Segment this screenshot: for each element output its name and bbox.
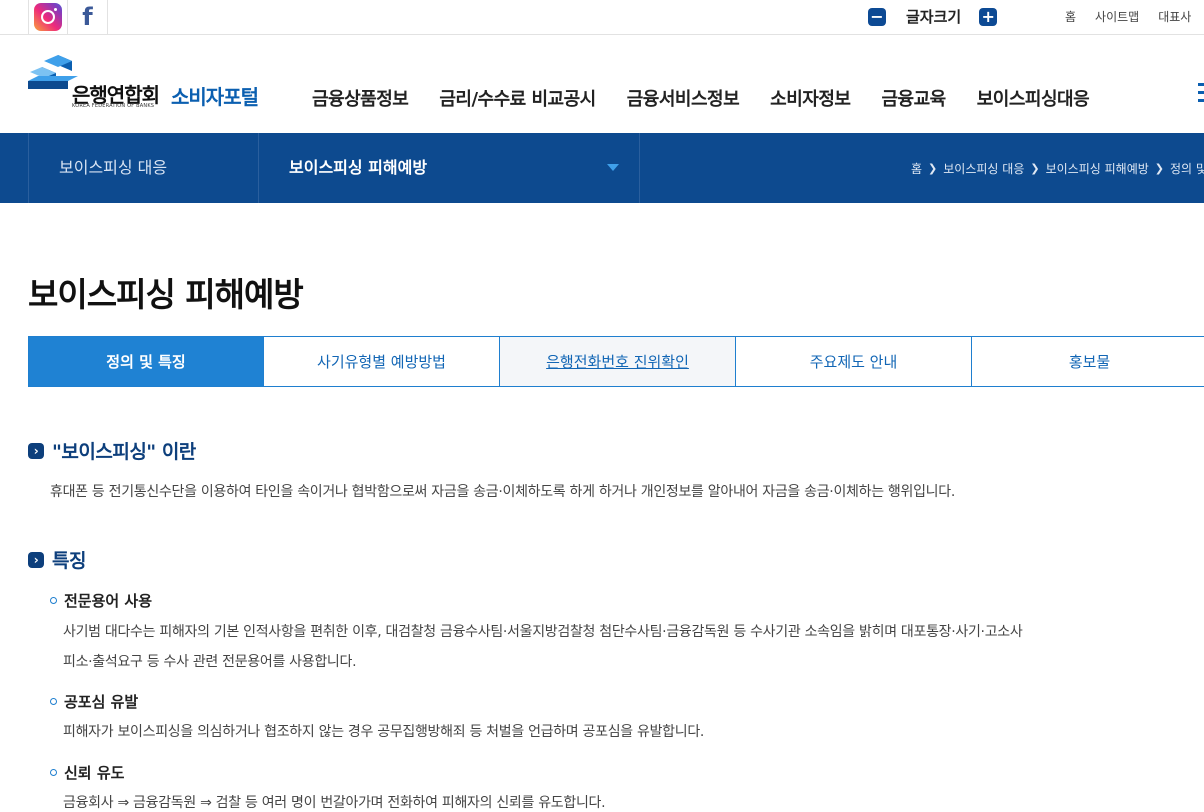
subnav-level2-dropdown[interactable]: 보이스피싱 피해예방	[259, 133, 640, 203]
circle-bullet-icon	[50, 698, 57, 705]
top-utility-bar: f − 글자크기 + 홈 사이트맵 대표사	[0, 0, 1204, 35]
content-tabs: 정의 및 특징 사기유형별 예방방법 은행전화번호 진위확인 주요제도 안내 홍…	[28, 336, 1204, 387]
facebook-icon: f	[82, 3, 93, 31]
subnav-level1[interactable]: 보이스피싱 대응	[28, 133, 259, 203]
caret-down-icon	[607, 164, 619, 171]
font-size-label: 글자크기	[906, 8, 962, 26]
section-heading-text: 특징	[52, 550, 86, 572]
definition-text: 휴대폰 등 전기통신수단을 이용하여 타인을 속이거나 협박함으로써 자금을 송…	[50, 484, 955, 500]
gnb-item-voice-phishing[interactable]: 보이스피싱대응	[977, 85, 1090, 111]
feature-title: 공포심 유발	[64, 693, 139, 711]
subnav-level2-label: 보이스피싱 피해예방	[289, 158, 428, 177]
breadcrumb-level2[interactable]: 보이스피싱 피해예방	[1046, 160, 1149, 177]
circle-bullet-icon	[50, 769, 57, 776]
chevron-right-icon: ›	[28, 551, 44, 568]
gnb-item-education[interactable]: 금융교육	[881, 85, 946, 111]
tab-promo-materials[interactable]: 홍보물	[972, 336, 1204, 387]
feature-text-line: 금융회사 ⇒ 금융감독원 ⇒ 검찰 등 여러 명이 번갈아가며 전화하여 피해자…	[63, 795, 606, 811]
gnb-item-consumer-info[interactable]: 소비자정보	[770, 85, 851, 111]
font-size-increase-button[interactable]: +	[979, 7, 998, 26]
facebook-link[interactable]: f	[68, 0, 108, 34]
feature-title: 신뢰 유도	[64, 764, 125, 782]
sub-navigation-bar: 보이스피싱 대응 보이스피싱 피해예방 홈 ❯ 보이스피싱 대응 ❯ 보이스피싱…	[0, 133, 1204, 203]
font-size-control: − 글자크기 +	[868, 6, 998, 27]
instagram-link[interactable]	[28, 0, 68, 34]
feature-text-line: 피소·출석요구 등 수사 관련 전문용어를 사용합니다.	[63, 654, 357, 670]
feature-text-line: 사기범 대다수는 피해자의 기본 인적사항을 편취한 이후, 대검찰청 금융수사…	[63, 624, 1023, 640]
gnb-item-services[interactable]: 금융서비스정보	[627, 85, 740, 111]
sitemap-link[interactable]: 사이트맵	[1095, 8, 1139, 25]
chevron-right-icon: ❯	[928, 162, 938, 175]
utility-links: 홈 사이트맵 대표사	[1065, 8, 1204, 25]
representative-link[interactable]: 대표사	[1158, 8, 1191, 25]
section-heading-definition: › "보이스피싱" 이란	[28, 437, 196, 464]
feature-text-line: 피해자가 보이스피싱을 의심하거나 협조하지 않는 경우 공무집행방해죄 등 처…	[63, 724, 705, 740]
logo-subtitle: KOREA FEDERATION OF BANKS	[72, 103, 155, 109]
breadcrumb-level1[interactable]: 보이스피싱 대응	[943, 160, 1024, 177]
tab-definition[interactable]: 정의 및 특징	[28, 336, 265, 387]
feature-heading-fear: 공포심 유발	[50, 691, 138, 712]
page-title: 보이스피싱 피해예방	[28, 275, 304, 314]
feature-heading-trust: 신뢰 유도	[50, 762, 124, 783]
logo-portal-name: 소비자포털	[171, 85, 259, 109]
tab-fraud-types[interactable]: 사기유형별 예방방법	[264, 336, 501, 387]
feature-title: 전문용어 사용	[64, 592, 153, 610]
chevron-right-icon: ›	[28, 442, 44, 459]
section-heading-features: › 특징	[28, 546, 86, 573]
font-size-decrease-button[interactable]: −	[868, 7, 886, 26]
feature-heading-jargon: 전문용어 사용	[50, 590, 152, 611]
gnb-item-rates[interactable]: 금리/수수료 비교공시	[439, 85, 596, 111]
instagram-icon	[34, 3, 62, 31]
breadcrumb-home[interactable]: 홈	[911, 160, 922, 177]
all-menu-icon[interactable]	[1198, 83, 1204, 105]
global-nav: 금융상품정보 금리/수수료 비교공시 금융서비스정보 소비자정보 금융교육 보이…	[312, 85, 1120, 111]
chevron-right-icon: ❯	[1030, 162, 1040, 175]
gnb-item-products[interactable]: 금융상품정보	[312, 85, 409, 111]
circle-bullet-icon	[50, 597, 57, 604]
sns-links: f	[28, 0, 108, 34]
section-heading-text: "보이스피싱" 이란	[52, 441, 196, 463]
tab-systems-guide[interactable]: 주요제도 안내	[736, 336, 973, 387]
breadcrumb-current: 정의 및	[1170, 162, 1204, 176]
tab-bank-phone-check[interactable]: 은행전화번호 진위확인	[500, 336, 737, 387]
breadcrumb: 홈 ❯ 보이스피싱 대응 ❯ 보이스피싱 피해예방 ❯ 정의 및	[911, 160, 1204, 177]
home-link[interactable]: 홈	[1065, 8, 1076, 25]
chevron-right-icon: ❯	[1154, 162, 1164, 175]
site-header: 은행연합회 KOREA FEDERATION OF BANKS 소비자포털 금융…	[0, 35, 1204, 133]
site-logo[interactable]: 은행연합회 KOREA FEDERATION OF BANKS 소비자포털	[28, 55, 283, 115]
